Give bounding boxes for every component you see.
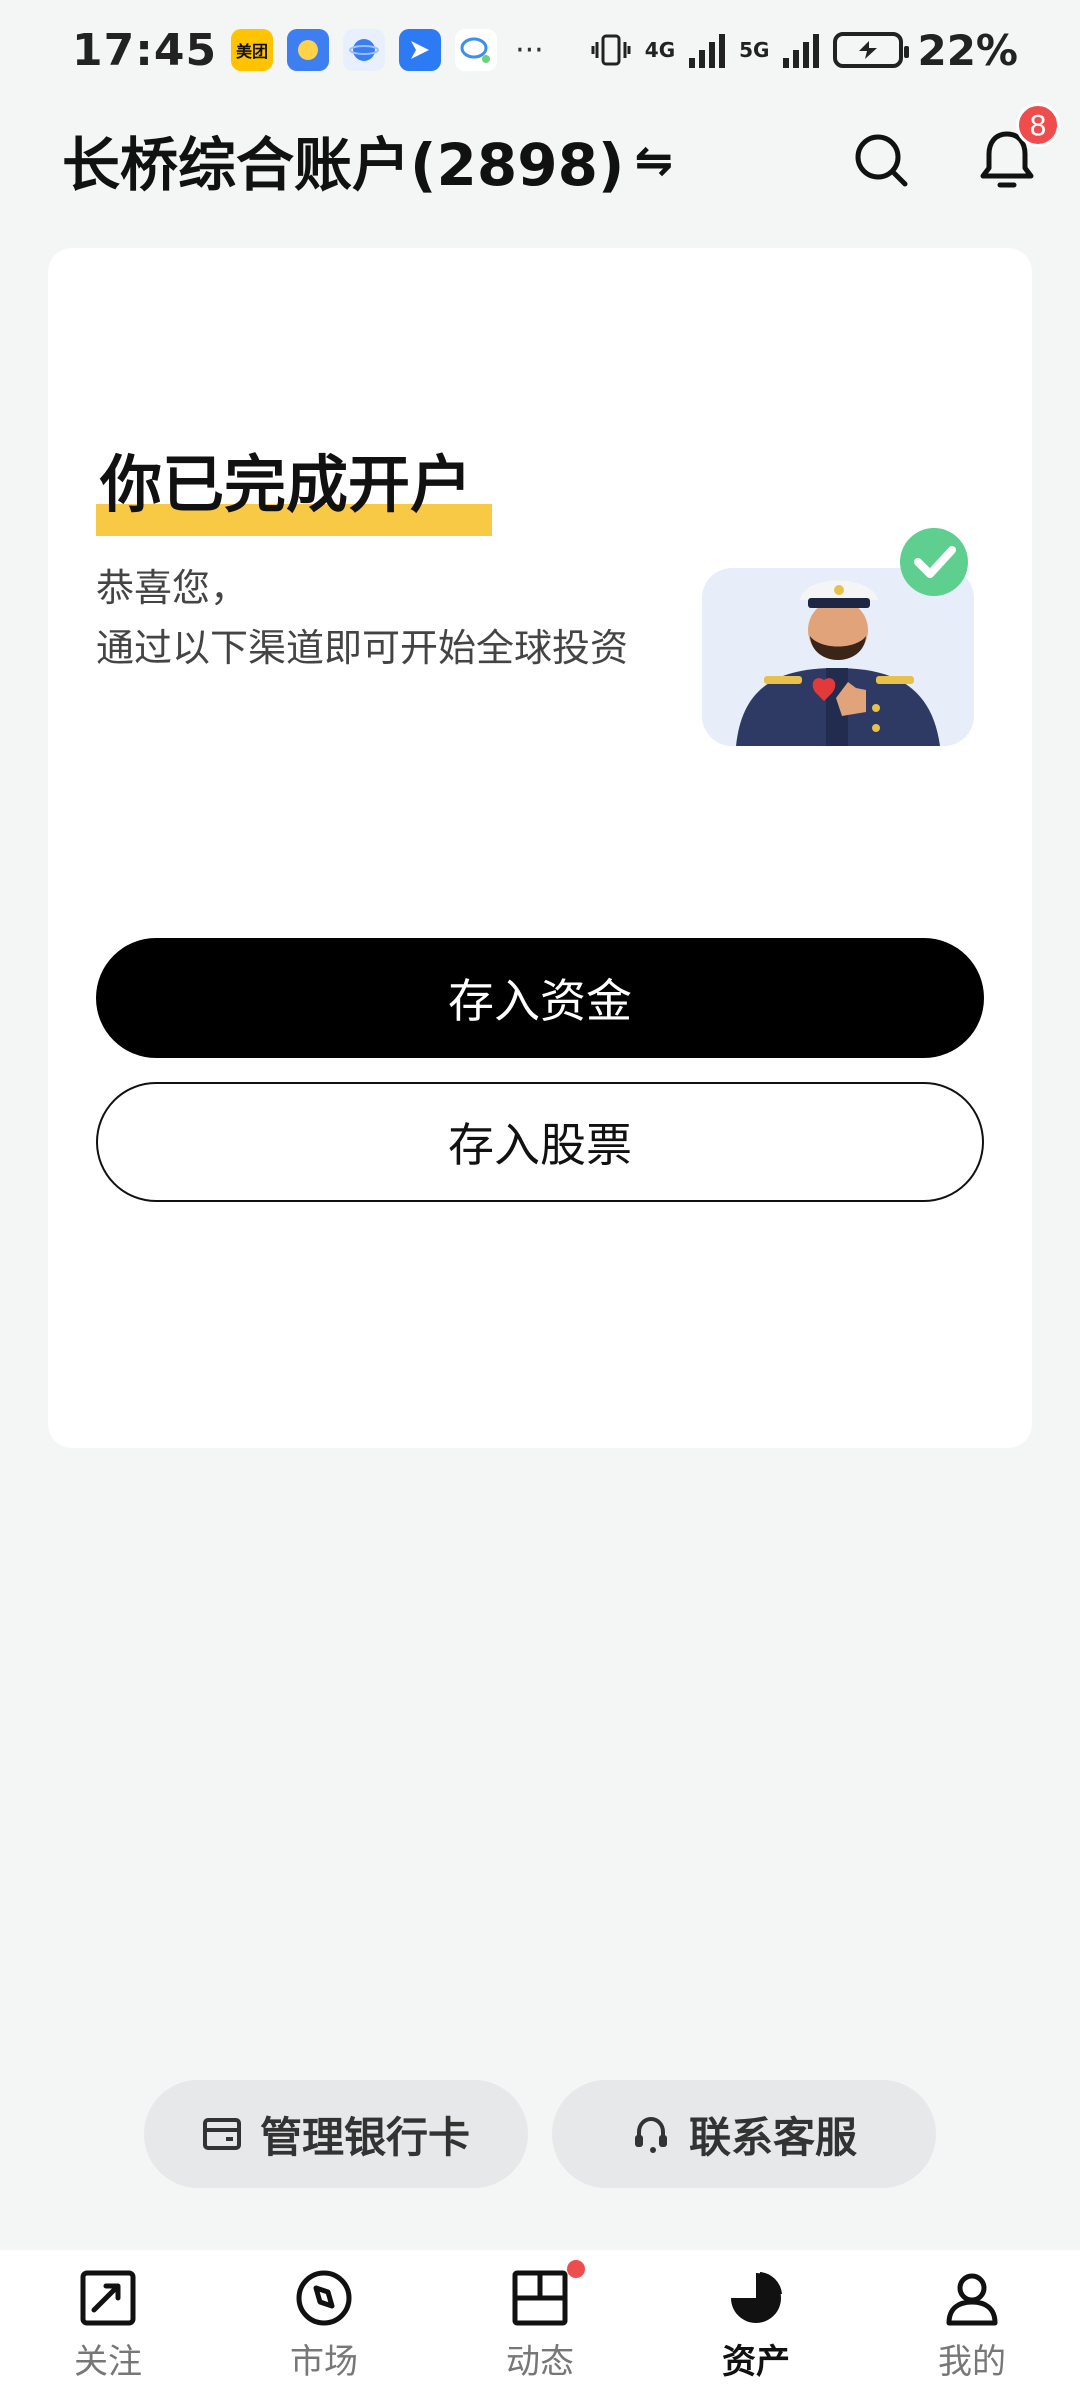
bottom-tab-bar: 关注 市场 动态 资产 我的 [0,2250,1080,2400]
vibrate-icon [591,34,631,66]
tab-watchlist[interactable]: 关注 [33,2268,183,2383]
tab-feed-label: 动态 [506,2341,574,2382]
tab-profile-label: 我的 [938,2341,1006,2382]
watchlist-icon [80,2270,136,2325]
tab-market-label: 市场 [290,2341,358,2382]
weather-icon [287,29,330,71]
welcome-subtitle: 恭喜您， 通过以下渠道即可开始全球投资 [96,558,628,678]
feed-icon [512,2270,568,2325]
battery-icon [833,32,910,68]
tab-assets-label: 资产 [722,2341,790,2382]
account-switcher[interactable]: 长桥综合账户(2898) ⇋ [62,118,673,202]
profile-icon [946,2273,998,2325]
welcome-subtitle-line2: 通过以下渠道即可开始全球投资 [96,626,629,670]
message-icon [455,29,498,71]
feed-unread-dot [567,2259,585,2278]
welcome-title-block: 你已完成开户 [96,434,492,536]
header-actions: 8 [846,103,1060,195]
signal-5g-icon [783,32,820,68]
status-right: 4G 5G 22% [591,26,1018,75]
more-notifications-icon: ··· [515,32,544,68]
signal-4g-icon [689,32,726,68]
manage-bank-card-label: 管理银行卡 [259,2112,470,2162]
welcome-subtitle-line1: 恭喜您， [96,566,249,610]
contact-support-label: 联系客服 [688,2112,857,2162]
network-4g-label: 4G [644,38,676,62]
headset-icon [634,2116,667,2153]
status-left: 17:45 美团 ··· [72,25,544,76]
browser-icon [343,29,386,71]
deposit-stocks-button[interactable]: 存入股票 [96,1082,984,1202]
tab-profile[interactable]: 我的 [897,2268,1047,2383]
feishu-icon [399,29,442,71]
captain-illustration [702,528,974,746]
notification-badge: 8 [1016,103,1060,147]
network-5g-label: 5G [739,38,770,62]
deposit-funds-button[interactable]: 存入资金 [96,938,984,1058]
tab-market[interactable]: 市场 [249,2268,399,2383]
search-button[interactable] [846,125,916,195]
tab-assets[interactable]: 资产 [681,2268,831,2383]
contact-support-button[interactable]: 联系客服 [552,2080,936,2188]
swap-account-icon: ⇋ [634,133,673,187]
search-icon [855,134,908,187]
welcome-title: 你已完成开户 [100,448,473,521]
manage-bank-card-button[interactable]: 管理银行卡 [144,2080,528,2188]
market-icon [296,2270,352,2325]
app-header: 长桥综合账户(2898) ⇋ 8 [0,100,1080,220]
bank-card-icon [202,2118,241,2150]
meituan-icon: 美团 [231,29,274,71]
tab-feed[interactable]: 动态 [465,2259,615,2383]
battery-percent: 22% [917,25,1018,75]
account-title: 长桥综合账户(2898) [62,131,625,199]
assets-icon [731,2271,782,2323]
tab-watchlist-label: 关注 [74,2341,142,2382]
status-bar: 17:45 美团 ··· 4G 5G 22% [0,0,1080,100]
status-time: 17:45 [72,24,218,76]
notifications-button[interactable]: 8 [972,103,1060,195]
account-opened-card: 你已完成开户 恭喜您， 通过以下渠道即可开始全球投资 存入资金 存入股票 [48,248,1032,1448]
